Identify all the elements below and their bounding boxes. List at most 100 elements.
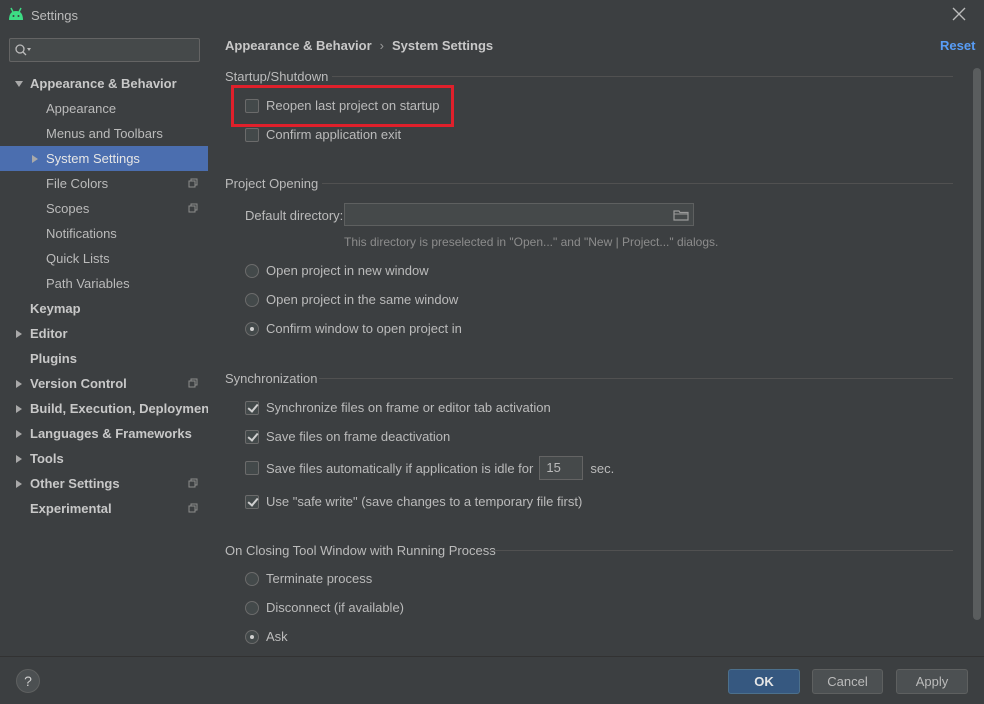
- chevron-right-icon[interactable]: [14, 454, 24, 464]
- terminate-process-label: Terminate process: [266, 571, 373, 586]
- sidebar-item-tools[interactable]: Tools: [0, 446, 208, 471]
- open-new-window-radio[interactable]: [245, 263, 259, 278]
- disconnect-radio[interactable]: [245, 600, 259, 615]
- sync-files-option[interactable]: Synchronize files on frame or editor tab…: [245, 400, 551, 415]
- android-icon: [9, 7, 23, 20]
- title-bar: Settings: [0, 0, 984, 30]
- sidebar-item-label: Menus and Toolbars: [46, 126, 163, 141]
- sidebar-item-label: Plugins: [30, 351, 77, 366]
- close-icon[interactable]: [950, 5, 968, 23]
- safe-write-label: Use "safe write" (save changes to a temp…: [266, 494, 583, 509]
- reset-link[interactable]: Reset: [940, 38, 975, 53]
- divider: [489, 550, 953, 551]
- confirm-exit-checkbox[interactable]: [245, 127, 259, 142]
- cancel-button[interactable]: Cancel: [812, 669, 883, 694]
- default-directory-label: Default directory:: [245, 208, 344, 223]
- open-new-window-label: Open project in new window: [266, 263, 429, 278]
- chevron-right-icon[interactable]: [14, 479, 24, 489]
- sidebar-item-label: Editor: [30, 326, 68, 341]
- confirm-window-radio[interactable]: [245, 321, 259, 336]
- default-directory-hint: This directory is preselected in "Open..…: [344, 235, 719, 249]
- sidebar-item-label: Appearance: [46, 101, 117, 116]
- default-directory-field[interactable]: [344, 203, 694, 226]
- settings-sidebar: Appearance & Behavior Appearance Menus and…: [0, 30, 213, 656]
- open-same-window-label: Open project in the same window: [266, 292, 459, 307]
- safe-write-option[interactable]: Use "safe write" (save changes to a temp…: [245, 494, 582, 509]
- confirm-window-option[interactable]: Confirm window to open project in: [245, 321, 462, 336]
- sidebar-item-scopes[interactable]: Scopes: [0, 196, 208, 221]
- sidebar-item-appearance[interactable]: Appearance: [0, 96, 208, 121]
- divider: [319, 378, 953, 379]
- chevron-right-icon[interactable]: [14, 379, 24, 389]
- chevron-down-icon[interactable]: [14, 79, 24, 89]
- sidebar-item-keymap[interactable]: Keymap: [0, 296, 208, 321]
- safe-write-checkbox[interactable]: [245, 494, 259, 509]
- project-level-icon: [188, 203, 198, 213]
- save-deactivation-label: Save files on frame deactivation: [266, 429, 451, 444]
- confirm-exit-option[interactable]: Confirm application exit: [245, 127, 401, 142]
- sidebar-item-experimental[interactable]: Experimental: [0, 496, 208, 521]
- save-deactivation-option[interactable]: Save files on frame deactivation: [245, 429, 450, 444]
- breadcrumb-current: System Settings: [392, 38, 494, 53]
- sync-files-checkbox[interactable]: [245, 400, 259, 415]
- project-level-icon: [188, 178, 198, 188]
- search-input[interactable]: [34, 41, 194, 59]
- startup-group-title: Startup/Shutdown: [225, 69, 329, 84]
- sidebar-item-label: Scopes: [46, 201, 90, 216]
- search-field[interactable]: [9, 38, 200, 62]
- sidebar-item-editor[interactable]: Editor: [0, 321, 208, 346]
- folder-icon[interactable]: [673, 209, 689, 221]
- sidebar-item-quick-lists[interactable]: Quick Lists: [0, 246, 208, 271]
- sidebar-item-label: Path Variables: [46, 276, 130, 291]
- sidebar-item-system-settings[interactable]: System Settings: [0, 146, 208, 171]
- open-new-window-option[interactable]: Open project in new window: [245, 263, 429, 278]
- ask-label: Ask: [266, 629, 288, 644]
- idle-seconds-unit: sec.: [590, 460, 615, 476]
- divider: [322, 183, 953, 184]
- sidebar-item-notifications[interactable]: Notifications: [0, 221, 208, 246]
- sidebar-item-languages-frameworks[interactable]: Languages & Frameworks: [0, 421, 208, 446]
- sidebar-item-label: Appearance & Behavior: [30, 76, 177, 91]
- disconnect-option[interactable]: Disconnect (if available): [245, 600, 404, 615]
- sidebar-item-plugins[interactable]: Plugins: [0, 346, 208, 371]
- save-idle-label: Save files automatically if application …: [266, 460, 534, 476]
- sidebar-item-label: Languages & Frameworks: [30, 426, 192, 441]
- search-icon[interactable]: [14, 43, 32, 57]
- open-same-window-radio[interactable]: [245, 292, 259, 307]
- sync-group-title: Synchronization: [225, 371, 318, 386]
- open-same-window-option[interactable]: Open project in the same window: [245, 292, 458, 307]
- chevron-right-icon[interactable]: [14, 429, 24, 439]
- ok-button[interactable]: OK: [728, 669, 800, 694]
- confirm-exit-label: Confirm application exit: [266, 127, 402, 142]
- breadcrumb-parent: Appearance & Behavior: [225, 38, 372, 53]
- sidebar-item-file-colors[interactable]: File Colors: [0, 171, 208, 196]
- sidebar-item-other-settings[interactable]: Other Settings: [0, 471, 208, 496]
- ask-option[interactable]: Ask: [245, 629, 288, 644]
- ask-radio[interactable]: [245, 629, 259, 644]
- sidebar-item-label: Build, Execution, Deployment: [30, 401, 214, 416]
- chevron-right-icon[interactable]: [14, 329, 24, 339]
- confirm-window-label: Confirm window to open project in: [266, 321, 462, 336]
- save-idle-checkbox[interactable]: [245, 461, 259, 475]
- terminate-process-option[interactable]: Terminate process: [245, 571, 372, 586]
- sidebar-item-appearance-behavior[interactable]: Appearance & Behavior: [0, 71, 208, 96]
- chevron-right-icon[interactable]: [30, 154, 40, 164]
- project-level-icon: [188, 378, 198, 388]
- sidebar-item-label: Keymap: [30, 301, 81, 316]
- sidebar-item-label: Other Settings: [30, 476, 120, 491]
- save-deactivation-checkbox[interactable]: [245, 429, 259, 444]
- sidebar-item-menus-and-toolbars[interactable]: Menus and Toolbars: [0, 121, 208, 146]
- chevron-right-icon[interactable]: [14, 404, 24, 414]
- save-idle-option[interactable]: Save files automatically if application …: [245, 456, 614, 480]
- disconnect-label: Disconnect (if available): [266, 600, 405, 615]
- sidebar-item-build-execution-deployment[interactable]: Build, Execution, Deployment: [0, 396, 213, 421]
- vertical-scrollbar[interactable]: [973, 68, 981, 620]
- apply-button[interactable]: Apply: [896, 669, 968, 694]
- sidebar-item-label: Version Control: [30, 376, 127, 391]
- terminate-process-radio[interactable]: [245, 571, 259, 586]
- project-opening-group-title: Project Opening: [225, 176, 319, 191]
- sidebar-item-path-variables[interactable]: Path Variables: [0, 271, 208, 296]
- idle-seconds-input[interactable]: 15: [539, 456, 584, 480]
- help-button[interactable]: ?: [16, 669, 40, 693]
- sidebar-item-version-control[interactable]: Version Control: [0, 371, 208, 396]
